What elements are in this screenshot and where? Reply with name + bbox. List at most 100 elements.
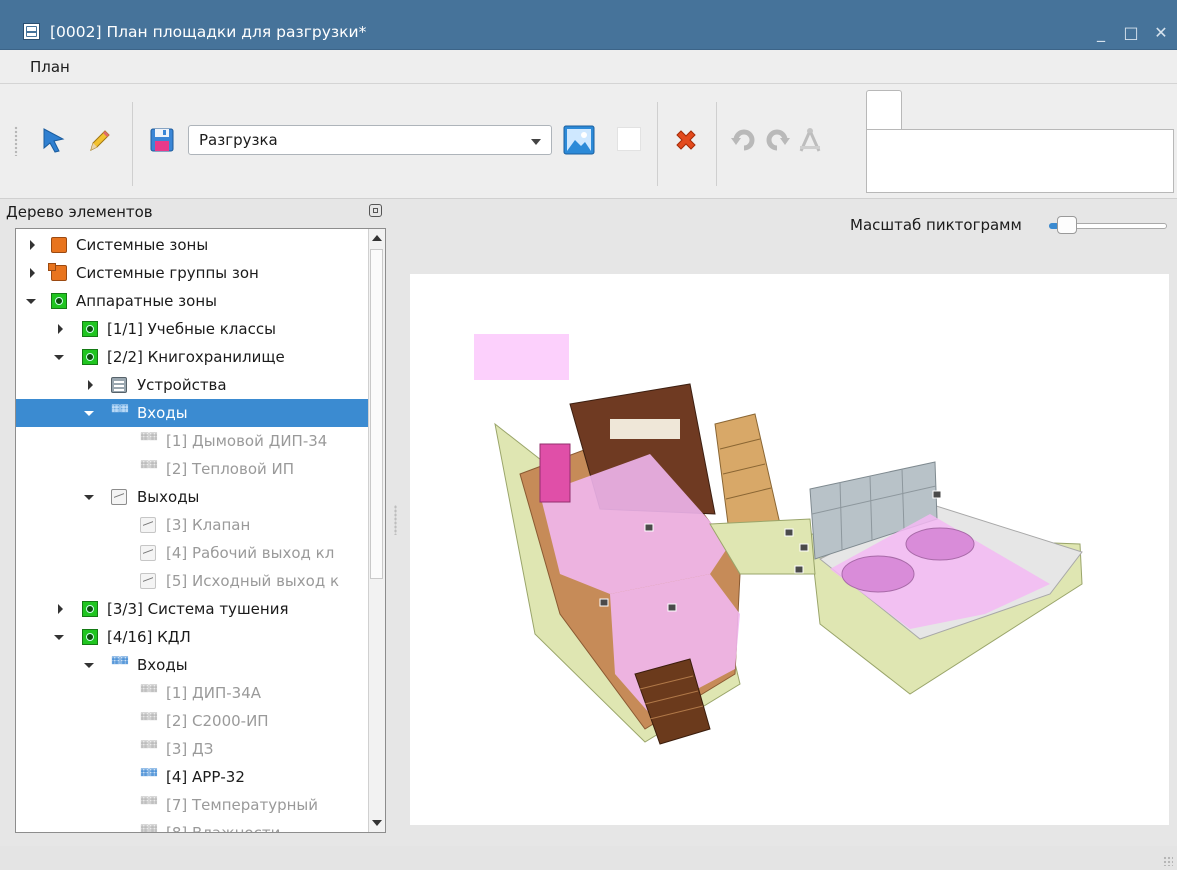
tree-node-inputs[interactable]: Входы [16,651,368,679]
tree-node-devices[interactable]: Устройства [16,371,368,399]
tree-node-system-zone-groups[interactable]: Системные группы зон [16,259,368,287]
resize-grip[interactable] [1163,856,1173,866]
tree-node-label: Устройства [137,376,227,394]
tree-node-output[interactable]: [4] Рабочий выход кл [16,539,368,567]
select-pointer-button[interactable] [40,126,68,154]
collapse-arrow-icon[interactable] [54,352,64,362]
tree-node-input-active[interactable]: [4] АРР-32 [16,763,368,791]
toolbar-separator [132,102,133,186]
device-marker[interactable] [799,543,809,552]
tree-node-inputs-selected[interactable]: Входы [16,399,368,427]
device-marker[interactable] [667,603,677,612]
collapse-arrow-icon[interactable] [26,296,36,306]
element-tree[interactable]: Системные зоны Системные группы зон Аппа… [15,228,386,833]
scrollbar-thumb[interactable] [370,249,383,579]
tree-node-label: [4] Рабочий выход кл [166,544,335,562]
device-marker[interactable] [794,565,804,574]
show-background-checkbox[interactable] [617,127,641,151]
toolbar: Разгрузка [0,84,1177,199]
tree-node-input[interactable]: [2] Тепловой ИП [16,455,368,483]
tree-node-label: Системные группы зон [76,264,259,282]
panel-splitter[interactable] [394,505,397,535]
toolbar-grip[interactable] [14,126,18,156]
minimize-button[interactable]: _ [1090,22,1112,44]
edit-pencil-button[interactable] [86,126,114,154]
device-marker[interactable] [644,523,654,532]
tree-node-zone-3[interactable]: [3/3] Система тушения [16,595,368,623]
undo-arrow-icon [731,129,755,151]
tree-node-label: [2] Тепловой ИП [166,460,295,478]
collapse-arrow-icon[interactable] [84,492,94,502]
window-title: [0002] План площадки для разгрузки* [50,23,367,41]
close-window-button[interactable]: ✕ [1150,22,1172,44]
plan-selector-dropdown[interactable]: Разгрузка [188,125,552,155]
input-icon [140,767,157,785]
icon-scale-handle[interactable] [1057,216,1077,234]
inputs-icon [111,655,128,673]
expand-arrow-icon[interactable] [28,268,38,278]
tree-node-zone-1[interactable]: [1/1] Учебные классы [16,315,368,343]
red-cross-icon [676,130,696,150]
tree-scrollbar[interactable] [368,229,385,832]
scroll-down-arrow-icon[interactable] [372,820,382,826]
expand-arrow-icon[interactable] [56,324,66,334]
device-marker[interactable] [784,528,794,537]
save-button[interactable] [148,126,176,154]
icon-scale-label: Масштаб пиктограмм [850,216,1022,234]
menu-plan[interactable]: План [30,58,70,76]
hardware-zone-icon [82,629,98,645]
output-icon [140,573,156,589]
maximize-button[interactable]: □ [1120,22,1142,44]
tree-node-input[interactable]: [1] ДИП-34А [16,679,368,707]
tree-node-label: [4] АРР-32 [166,768,245,786]
tree-node-hardware-zones[interactable]: Аппаратные зоны [16,287,368,315]
zone-overlay[interactable] [474,334,569,380]
properties-tab[interactable] [866,90,902,130]
tree-node-label: [3] ДЗ [166,740,214,758]
tree-node-output[interactable]: [3] Клапан [16,511,368,539]
collapse-arrow-icon[interactable] [54,632,64,642]
tree-node-label: [1/1] Учебные классы [107,320,276,338]
tree-node-input[interactable]: [1] Дымовой ДИП-34 [16,427,368,455]
tree-node-output[interactable]: [5] Исходный выход к [16,567,368,595]
toolbar-separator [657,102,658,186]
tree-node-input[interactable]: [8] Влажности [16,819,368,832]
tree-node-input[interactable]: [3] ДЗ [16,735,368,763]
floppy-disk-icon [150,128,174,152]
tree-node-label: [3] Клапан [166,516,251,534]
tree-node-system-zones[interactable]: Системные зоны [16,231,368,259]
float-panel-button[interactable] [369,204,382,217]
tree-node-label: [8] Влажности [166,824,280,832]
hardware-zone-icon [51,293,67,309]
tree-node-label: [5] Исходный выход к [166,572,340,590]
redo-button[interactable] [763,126,791,154]
input-icon [140,823,157,832]
tree-node-zone-kdl[interactable]: [4/16] КДЛ [16,623,368,651]
background-image-button[interactable] [563,125,595,155]
device-marker[interactable] [599,598,609,607]
menu-bar: План [0,50,1177,84]
devices-icon [111,377,127,393]
tree-node-zone-2[interactable]: [2/2] Книгохранилище [16,343,368,371]
expand-arrow-icon[interactable] [28,240,38,250]
collapse-arrow-icon[interactable] [84,408,94,418]
tree-node-input[interactable]: [2] С2000-ИП [16,707,368,735]
chevron-down-icon [531,139,541,145]
plan-canvas[interactable] [410,274,1169,825]
tree-node-label: Выходы [137,488,200,506]
expand-arrow-icon[interactable] [86,380,96,390]
inputs-icon [111,403,128,421]
tree-node-outputs[interactable]: Выходы [16,483,368,511]
delete-button[interactable] [672,126,700,154]
collapse-arrow-icon[interactable] [84,660,94,670]
system-zone-icon [51,237,67,253]
device-marker[interactable] [932,490,942,499]
tree-node-input[interactable]: [7] Температурный [16,791,368,819]
align-tool-button[interactable] [796,126,824,154]
scroll-up-arrow-icon[interactable] [372,235,382,241]
expand-arrow-icon[interactable] [56,604,66,614]
tree-node-label: [2] С2000-ИП [166,712,269,730]
input-icon [140,795,157,813]
undo-button[interactable] [730,126,758,154]
title-bar[interactable]: [0002] План площадки для разгрузки* _ □ … [0,0,1177,50]
